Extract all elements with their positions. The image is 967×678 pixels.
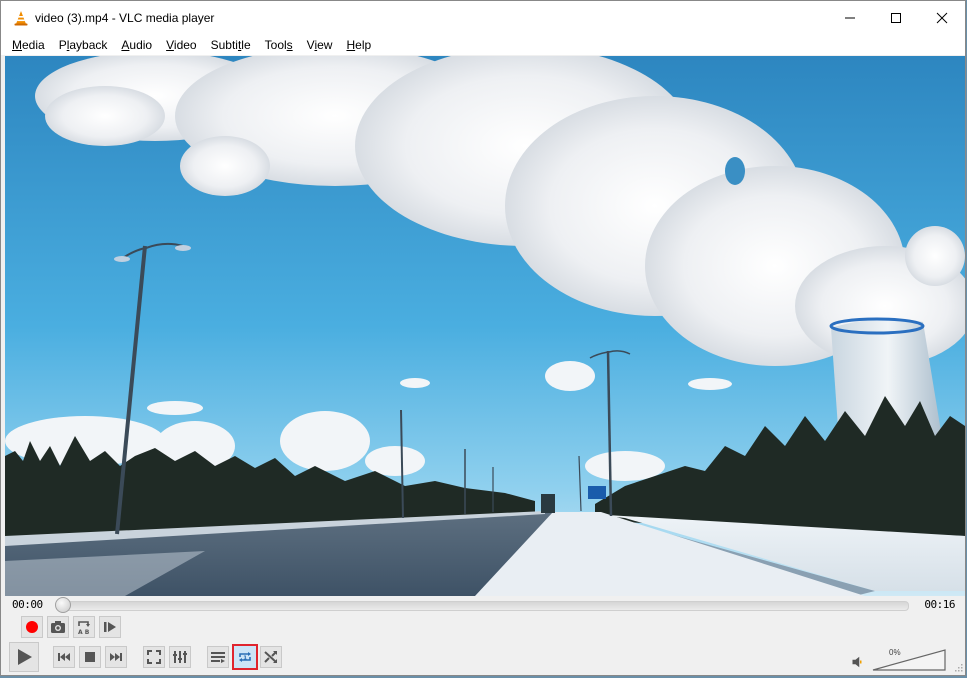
next-icon: [110, 653, 122, 661]
minimize-icon: [845, 17, 855, 19]
close-icon: [936, 12, 948, 24]
video-display[interactable]: [5, 56, 965, 596]
random-button[interactable]: [260, 646, 282, 668]
play-button[interactable]: [9, 642, 39, 672]
mnemonic-letter: M: [12, 38, 22, 52]
mnemonic-letter: i: [314, 38, 318, 52]
previous-icon: [58, 653, 70, 661]
loop-button[interactable]: 1: [232, 644, 258, 670]
menu-bar: Media Playback Audio Video Subtitle Tool…: [1, 35, 965, 55]
record-button[interactable]: [21, 616, 43, 638]
playlist-button[interactable]: [207, 646, 229, 668]
ab-loop-button[interactable]: A B: [73, 616, 95, 638]
window-title: video (3).mp4 - VLC media player: [35, 11, 215, 25]
mnemonic-letter: s: [286, 38, 293, 52]
menu-playback[interactable]: Playback: [52, 35, 115, 55]
camera-icon: [51, 621, 65, 633]
mnemonic-letter: A: [121, 38, 130, 52]
menu-media[interactable]: Media: [5, 35, 52, 55]
next-button[interactable]: [105, 646, 127, 668]
fullscreen-icon: [147, 650, 161, 664]
volume-control: 0%: [851, 646, 961, 674]
menu-subtitle[interactable]: Subtitle: [204, 35, 258, 55]
mnemonic-letter: l: [66, 38, 70, 52]
mnemonic-letter: t: [237, 38, 242, 52]
mnemonic-letter: H: [346, 38, 356, 52]
vlc-window: video (3).mp4 - VLC media player Media P…: [0, 0, 966, 676]
minimize-button[interactable]: [827, 1, 873, 35]
resize-grip-icon[interactable]: [955, 664, 963, 672]
svg-text:A B: A B: [78, 629, 90, 635]
vlc-cone-icon: [14, 11, 28, 26]
menu-view[interactable]: View: [300, 35, 340, 55]
shuffle-icon: [264, 651, 277, 663]
stop-icon: [85, 652, 95, 662]
menu-video[interactable]: Video: [159, 35, 203, 55]
title-bar[interactable]: video (3).mp4 - VLC media player: [1, 1, 965, 35]
seek-bar[interactable]: [63, 601, 909, 611]
truck: [541, 494, 555, 513]
volume-slider[interactable]: [871, 648, 947, 672]
seek-handle[interactable]: [55, 597, 71, 613]
maximize-button[interactable]: [873, 1, 919, 35]
menu-help[interactable]: Help: [339, 35, 378, 55]
road-sign: [588, 486, 606, 499]
stop-button[interactable]: [79, 646, 101, 668]
volume-label: 0%: [889, 648, 901, 657]
mnemonic-letter: V: [166, 38, 174, 52]
close-button[interactable]: [919, 1, 965, 35]
snapshot-button[interactable]: [47, 616, 69, 638]
extended-settings-button[interactable]: [169, 646, 191, 668]
speaker-icon[interactable]: [851, 656, 863, 668]
elapsed-time[interactable]: 00:00: [12, 598, 43, 611]
menu-audio[interactable]: Audio: [114, 35, 159, 55]
play-icon: [18, 649, 32, 665]
menu-tools[interactable]: Tools: [258, 35, 300, 55]
total-time[interactable]: 00:16: [924, 598, 955, 611]
record-icon: [26, 621, 38, 633]
frame-step-icon: [104, 622, 116, 632]
video-frame: [5, 56, 965, 596]
playlist-icon: [211, 652, 225, 663]
svg-text:1: 1: [243, 656, 247, 662]
equalizer-icon: [173, 651, 187, 663]
ab-loop-icon: A B: [78, 621, 90, 635]
loop-one-icon: 1: [239, 652, 251, 662]
seek-row: 00:00 00:16: [1, 597, 965, 613]
frame-step-button[interactable]: [99, 616, 121, 638]
fullscreen-button[interactable]: [143, 646, 165, 668]
maximize-icon: [891, 13, 901, 23]
previous-button[interactable]: [53, 646, 75, 668]
